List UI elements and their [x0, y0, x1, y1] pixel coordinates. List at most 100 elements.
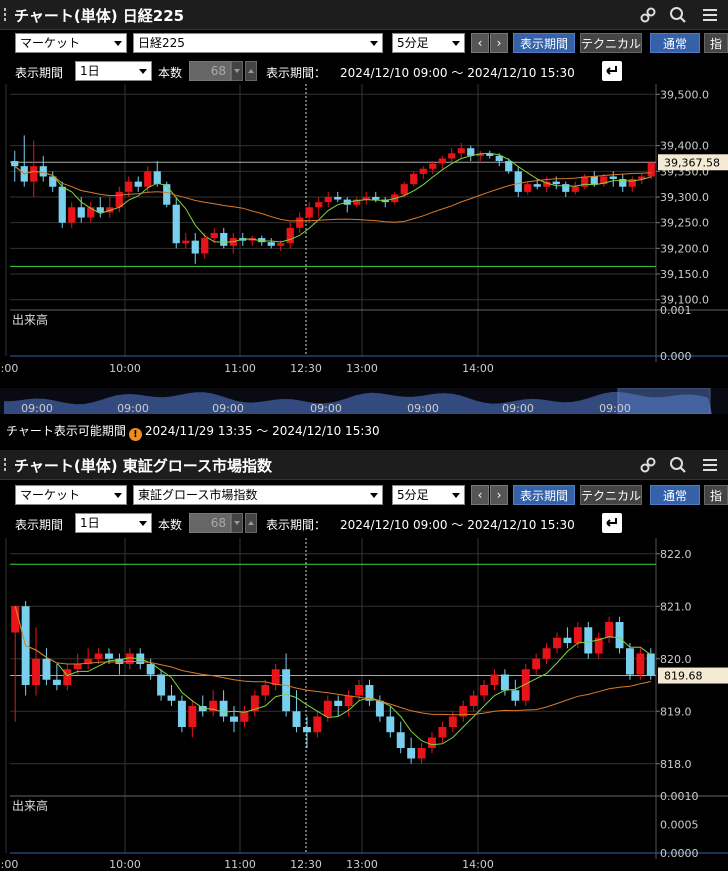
candle-body [448, 716, 457, 727]
candle-body [647, 162, 655, 177]
count-input[interactable]: 68 [189, 61, 231, 81]
search-icon[interactable] [668, 455, 688, 475]
normal-mode-button[interactable]: 通常 [650, 485, 700, 505]
symbol-select[interactable]: 日経225 [133, 33, 383, 53]
panel1-navigator[interactable]: 09:00 09:00 09:00 09:00 09:00 09:00 09:00 [0, 388, 728, 414]
candle-body [125, 181, 133, 192]
technical-button[interactable]: テクニカル [580, 485, 642, 505]
reset-icon[interactable] [602, 61, 622, 81]
candle-body [542, 648, 551, 659]
candle-body [73, 664, 82, 670]
y-tick-label: 821.0 [660, 600, 692, 613]
drag-handle-icon[interactable] [4, 8, 8, 22]
market-select[interactable]: マーケット [15, 33, 127, 53]
candle-body [552, 181, 560, 185]
navigator-tick-label: 09:00 [599, 402, 631, 414]
candle-body [261, 685, 270, 696]
candle-body [182, 240, 190, 244]
normal-mode-button[interactable]: 通常 [650, 33, 700, 53]
display-period-button[interactable]: 表示期間 [513, 485, 575, 505]
navigator-tick-label: 09:00 [117, 402, 149, 414]
candle-body [563, 637, 572, 643]
x-tick-label: 13:00 [346, 858, 378, 871]
candle-body [144, 171, 152, 187]
count-up-icon[interactable] [245, 61, 257, 81]
candle-body [480, 685, 489, 696]
candle-body [146, 664, 155, 675]
candle-body [68, 207, 76, 223]
candle-body [514, 171, 522, 192]
candle-body [429, 163, 437, 169]
next-button[interactable]: › [490, 33, 508, 53]
candle-body [605, 622, 614, 638]
candle-body [490, 674, 499, 685]
panel1-period-bar: 表示期間 1日 本数 68 表示期間： 2024/12/10 09:00 ～ 2… [0, 60, 728, 86]
reset-icon[interactable] [602, 513, 622, 533]
panel2-titlebar: チャート(単体) 東証グロース市場指数 [0, 450, 728, 480]
candle-body [636, 653, 645, 675]
next-button[interactable]: › [490, 485, 508, 505]
panel1-toolbar: マーケット 日経225 5分足 ‹ › 表示期間 テクニカル 通常 指 [0, 32, 728, 58]
y-tick-label: 819.0 [660, 705, 692, 718]
ma-long-line [14, 165, 652, 223]
count-label: 本数 [158, 518, 183, 532]
x-tick-label: 13:00 [346, 362, 378, 375]
symbol-select-value: 日経225 [138, 36, 185, 50]
volume-label: 出来高 [12, 798, 48, 813]
chevron-down-icon [370, 493, 378, 498]
market-select[interactable]: マーケット [15, 485, 127, 505]
count-up-icon[interactable] [245, 513, 257, 533]
display-period-button[interactable]: 表示期間 [513, 33, 575, 53]
range-label: 表示期間： [266, 518, 327, 532]
candle-body [495, 155, 503, 162]
candle-body [30, 166, 38, 182]
interval-select-value: 5分足 [397, 488, 429, 502]
candle-body [533, 184, 541, 187]
search-icon[interactable] [668, 5, 688, 25]
candle-body [419, 168, 427, 174]
y-tick-label: 820.0 [660, 653, 692, 666]
candle-body [615, 622, 624, 649]
candle-body [267, 242, 275, 246]
period-select-value: 1日 [80, 64, 100, 78]
period-select-value: 1日 [80, 516, 100, 530]
technical-button[interactable]: テクニカル [580, 33, 642, 53]
count-down-icon[interactable] [231, 61, 243, 81]
candle-body [286, 227, 294, 244]
candle-body [42, 658, 51, 680]
count-down-icon[interactable] [231, 513, 243, 533]
link-icon[interactable] [638, 455, 658, 475]
menu-icon[interactable] [700, 5, 720, 25]
candle-body [302, 727, 311, 733]
indicator-button[interactable]: 指 [704, 485, 728, 505]
period-select[interactable]: 1日 [75, 61, 152, 81]
candle-body [428, 737, 436, 748]
last-price-label: 819.68 [664, 670, 703, 683]
panel1-chart[interactable]: 39,500.039,400.039,350.039,300.039,250.0… [0, 84, 728, 384]
period-label: 表示期間 [15, 66, 64, 80]
count-input[interactable]: 68 [189, 513, 231, 533]
interval-select[interactable]: 5分足 [392, 485, 465, 505]
candle-body [305, 207, 313, 218]
candle-body [177, 700, 186, 727]
candle-body [532, 658, 541, 670]
period-select[interactable]: 1日 [75, 513, 152, 533]
panel2-chart[interactable]: 822.0 821.0 820.0 819.0 818.0 819.68 出来高 0.0010… [0, 538, 728, 871]
x-tick-label: 10:00 [109, 362, 141, 375]
indicator-button[interactable]: 指 [704, 33, 728, 53]
symbol-select-value: 東証グロース市場指数 [138, 488, 258, 502]
interval-select[interactable]: 5分足 [392, 33, 465, 53]
candle-body [58, 186, 66, 223]
candle-body [32, 658, 41, 685]
candle-body [315, 202, 323, 208]
candle-body [400, 184, 408, 195]
candle-body [344, 695, 353, 706]
prev-button[interactable]: ‹ [471, 33, 489, 53]
link-icon[interactable] [638, 5, 658, 25]
menu-icon[interactable] [700, 455, 720, 475]
candle-body [355, 685, 364, 696]
symbol-select[interactable]: 東証グロース市場指数 [133, 485, 383, 505]
period-label: 表示期間 [15, 518, 64, 532]
drag-handle-icon[interactable] [4, 458, 8, 472]
prev-button[interactable]: ‹ [471, 485, 489, 505]
